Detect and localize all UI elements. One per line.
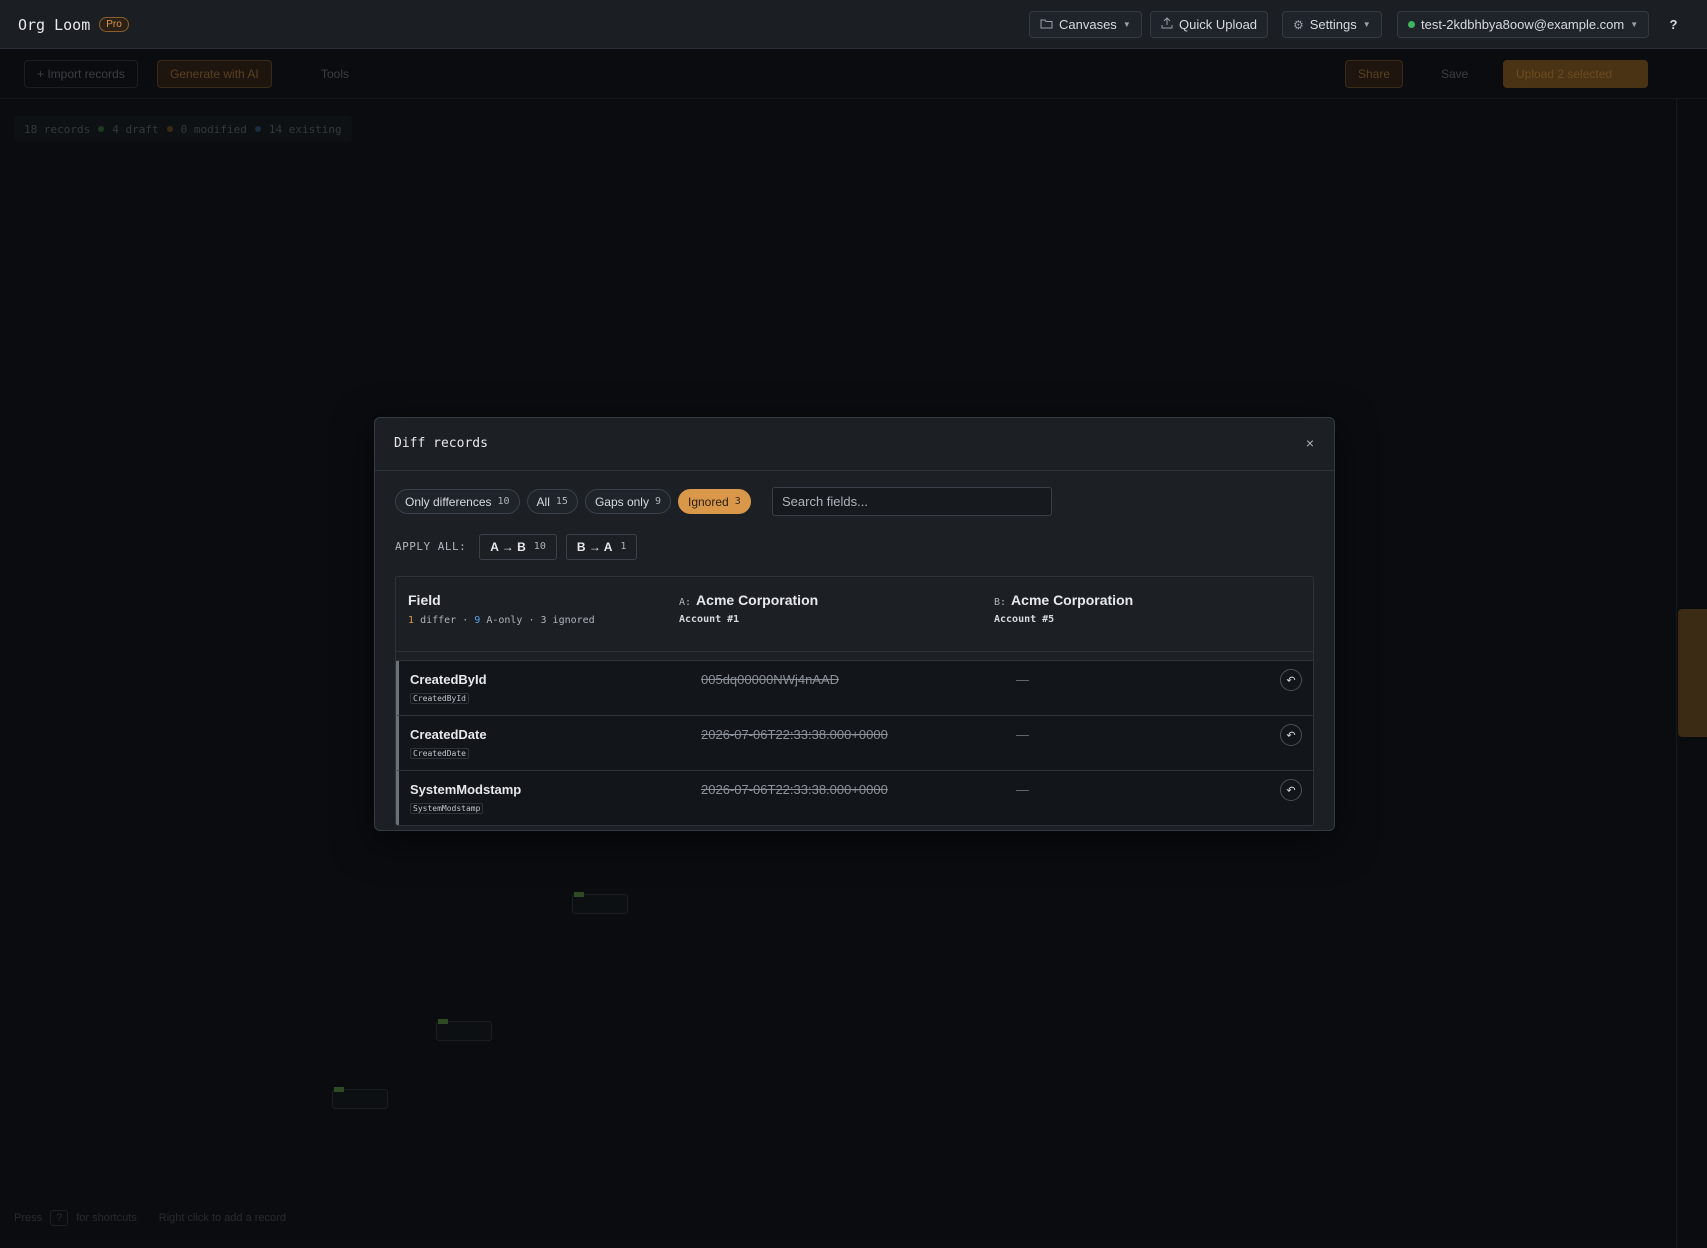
help-button[interactable]: ? <box>1660 11 1687 38</box>
diff-records-modal: Diff records × Only differences 10 All 1… <box>374 417 1335 831</box>
modified-dot-icon <box>166 126 173 132</box>
records-count: 18 records <box>24 122 91 136</box>
brand[interactable]: Org Loom Pro <box>18 0 129 49</box>
canvas-node[interactable] <box>572 892 628 914</box>
shortcut-key: ? <box>50 1210 69 1226</box>
filter-chips: Only differences 10 All 15 Gaps only 9 I… <box>395 489 751 515</box>
field-label: CreatedById <box>410 672 487 687</box>
canvas-toolbar: + Import records Generate with AI Tools … <box>0 49 1707 99</box>
filter-gaps-only[interactable]: Gaps only 9 <box>584 489 671 514</box>
modal-header: Diff records × <box>375 418 1334 471</box>
chevron-down-icon: ▼ <box>1122 20 1131 29</box>
field-api-name: CreatedById <box>410 693 469 704</box>
undo-icon[interactable]: ↶ <box>1280 724 1302 746</box>
record-b-value: — <box>1016 782 1029 797</box>
settings-button[interactable]: ⚙ Settings ▼ <box>1282 11 1382 38</box>
field-column-header: Field 1 differ · 9 A-only · 3 ignored <box>408 592 595 626</box>
existing-count: 14 existing <box>268 122 342 136</box>
filter-only-differences[interactable]: Only differences 10 <box>395 489 520 514</box>
field-api-name: CreatedDate <box>410 748 469 759</box>
existing-dot-icon <box>254 126 261 132</box>
top-bar: Org Loom Pro Canvases ▼ Quick Upload ⚙ S… <box>0 0 1707 49</box>
right-click-hint: Right click to add a record <box>158 1212 286 1224</box>
online-status-icon <box>1408 21 1415 28</box>
record-a-value: 2026-07-06T22:33:38.000+0000 <box>701 782 888 797</box>
canvas-node[interactable] <box>436 1019 492 1041</box>
pro-badge: Pro <box>99 17 129 32</box>
record-a-value: 2026-07-06T22:33:38.000+0000 <box>701 727 888 742</box>
save-button[interactable]: Save <box>1428 60 1481 88</box>
draft-dot-icon <box>98 126 105 132</box>
modal-title: Diff records <box>394 436 488 451</box>
record-b-header: B: Acme Corporation Account #5 <box>994 592 1134 625</box>
field-api-name: SystemModstamp <box>410 803 484 814</box>
table-row: SystemModstamp SystemModstamp 2026-07-06… <box>396 771 1313 825</box>
diff-summary: 1 differ · 9 A-only · 3 ignored <box>408 615 595 626</box>
modified-count: 0 modified <box>180 122 247 136</box>
upload-icon <box>1161 17 1173 32</box>
shortcut-hint: Press ? for shortcuts Right click to add… <box>14 1210 286 1226</box>
user-email: test-2kdbhbya8oow@example.com <box>1421 17 1625 32</box>
user-menu-button[interactable]: test-2kdbhbya8oow@example.com ▼ <box>1397 11 1650 38</box>
share-button[interactable]: Share <box>1345 60 1404 88</box>
apply-all-row: APPLY ALL: A → B 10 B → A 1 <box>395 533 638 560</box>
import-records-button[interactable]: + Import records <box>24 60 138 88</box>
gear-icon: ⚙ <box>1293 17 1304 32</box>
search-fields-input[interactable] <box>772 487 1052 516</box>
apply-a-to-b-button[interactable]: A → B 10 <box>479 533 557 560</box>
quick-upload-label: Quick Upload <box>1179 17 1258 32</box>
record-b-value: — <box>1016 672 1029 687</box>
app-name: Org Loom <box>18 15 91 34</box>
chevron-down-icon: ▼ <box>1362 20 1371 29</box>
generate-ai-button[interactable]: Generate with AI <box>157 60 272 88</box>
record-a-header: A: Acme Corporation Account #1 <box>679 592 819 625</box>
canvases-label: Canvases <box>1059 17 1117 32</box>
close-icon[interactable]: × <box>1300 433 1320 453</box>
diff-table-header: Field 1 differ · 9 A-only · 3 ignored A:… <box>396 577 1313 652</box>
draft-count: 4 draft <box>112 122 159 136</box>
folder-icon <box>1040 18 1053 32</box>
settings-label: Settings <box>1309 17 1357 32</box>
tools-menu-button[interactable]: Tools <box>308 60 362 88</box>
side-panel-tab[interactable] <box>1678 609 1707 737</box>
diff-table: Field 1 differ · 9 A-only · 3 ignored A:… <box>395 576 1314 826</box>
filter-all[interactable]: All 15 <box>526 489 578 514</box>
undo-icon[interactable]: ↶ <box>1280 779 1302 801</box>
quick-upload-button[interactable]: Quick Upload <box>1150 11 1269 38</box>
record-b-value: — <box>1016 727 1029 742</box>
apply-all-label: APPLY ALL: <box>395 540 467 553</box>
field-label: SystemModstamp <box>410 782 522 797</box>
record-a-value: 005dq00000NWj4nAAD <box>701 672 840 687</box>
chevron-down-icon: ▼ <box>1630 20 1639 29</box>
apply-b-to-a-button[interactable]: B → A 1 <box>565 533 638 560</box>
field-label: CreatedDate <box>410 727 487 742</box>
canvases-button[interactable]: Canvases ▼ <box>1029 11 1142 38</box>
filter-ignored[interactable]: Ignored 3 <box>678 489 751 514</box>
table-row: CreatedById CreatedById 005dq00000NWj4nA… <box>396 661 1313 716</box>
canvas-node[interactable] <box>332 1087 388 1109</box>
canvas-stats: 18 records 4 draft 0 modified 14 existin… <box>14 116 352 142</box>
undo-icon[interactable]: ↶ <box>1280 669 1302 691</box>
upload-selected-button[interactable]: Upload 2 selected <box>1503 60 1648 88</box>
table-row: CreatedDate CreatedDate 2026-07-06T22:33… <box>396 716 1313 771</box>
